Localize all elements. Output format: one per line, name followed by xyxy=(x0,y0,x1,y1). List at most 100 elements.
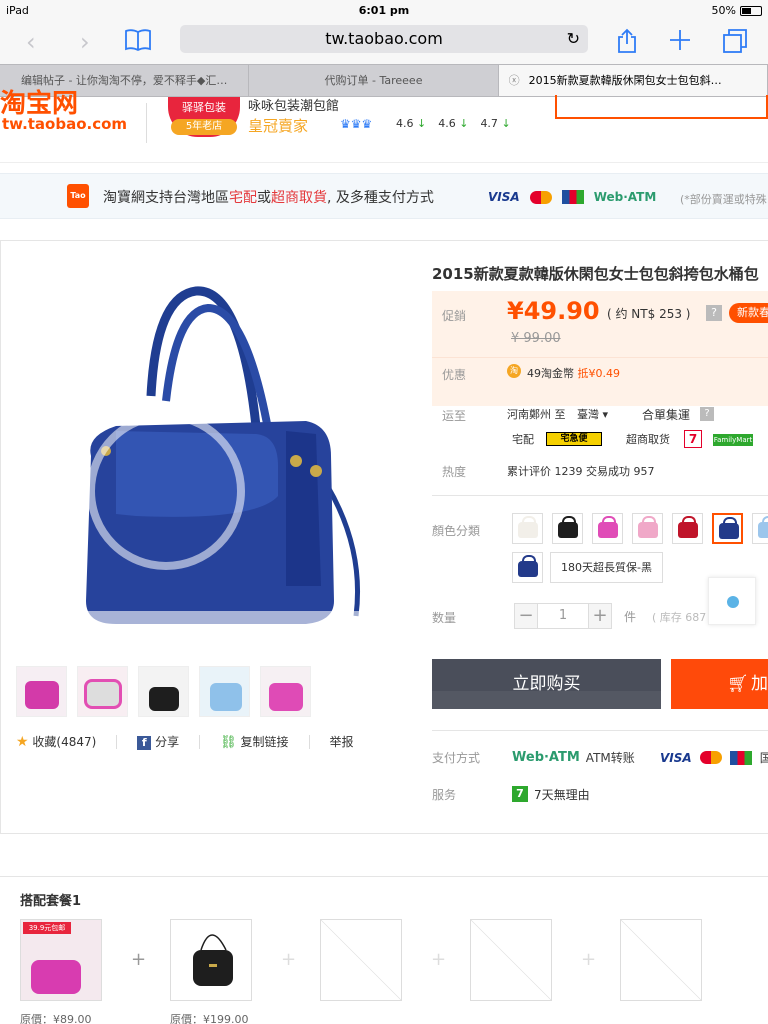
arrow-down-icon: ↓ xyxy=(459,117,469,130)
banner-text: 淘寶網支持台灣地區宅配或超商取貨, 及多種支付方式 xyxy=(103,190,434,206)
floating-help-button[interactable] xyxy=(708,577,756,625)
search-box-edge[interactable] xyxy=(555,95,768,119)
back-icon[interactable]: ‹ xyxy=(26,28,36,56)
discount-label: 优惠 xyxy=(442,368,467,382)
buy-now-button[interactable]: 立即购买 xyxy=(432,659,661,709)
divider xyxy=(432,730,768,731)
copy-link-button[interactable]: ⛓ 复制链接 xyxy=(220,733,288,750)
more-payment: 国 xyxy=(759,751,768,765)
plus-icon: + xyxy=(431,949,447,970)
thumbnail-2[interactable] xyxy=(77,666,128,717)
color-swatch-red[interactable] xyxy=(672,513,703,544)
reload-icon[interactable]: ↻ xyxy=(567,25,580,53)
logo-url[interactable]: tw.taobao.com xyxy=(2,115,127,133)
combo-title: 搭配套餐1 xyxy=(20,894,82,909)
jcb-icon xyxy=(729,750,752,765)
coin-offer: 49淘金幣 抵¥0.49 xyxy=(527,367,620,380)
color-swatch-light-blue[interactable] xyxy=(752,513,768,544)
payment-logos: VISA Web·ATM xyxy=(488,190,656,204)
favorite-button[interactable]: ★ 收藏(4847) xyxy=(16,733,96,750)
thumbnail-strip xyxy=(16,666,311,717)
thumbnail-4[interactable] xyxy=(199,666,250,717)
clock: 6:01 pm xyxy=(358,4,410,17)
service-text: 7天無理由 xyxy=(534,788,590,802)
mastercard-icon xyxy=(699,751,722,764)
close-icon[interactable]: ⓧ xyxy=(509,65,520,96)
browser-toolbar: ‹ › tw.taobao.com ↻ xyxy=(0,22,768,64)
divider xyxy=(432,357,768,358)
ship-from: 河南鄭州 至 xyxy=(507,408,566,421)
combo-price-2: 原價：¥199.00 xyxy=(170,1013,249,1024)
visa-icon: VISA xyxy=(660,750,692,765)
shop-badge: 驿驿包装 5年老店 xyxy=(168,97,240,137)
tab-bar: 编辑帖子 - 让你淘淘不停，爱不释手◆汇… 代购订单 - Tareeee ⓧ 2… xyxy=(0,64,768,97)
ship-method: 合單集運 xyxy=(642,408,691,422)
tabs-icon[interactable] xyxy=(722,28,748,60)
mastercard-icon xyxy=(529,190,552,204)
shop-ratings: 4.6 ↓ 4.6 ↓ 4.7 ↓ xyxy=(396,117,511,130)
tab-active[interactable]: ⓧ 2015新款夏款韓版休閑包女士包包斜… xyxy=(498,65,768,96)
combo-item-3[interactable] xyxy=(320,919,402,1001)
ship-to-select[interactable]: 臺灣 ▾ xyxy=(577,406,608,422)
badge-text: 驿驿包装 xyxy=(182,101,226,114)
qty-unit: 件 xyxy=(624,610,637,624)
status-bar: iPad 6:01 pm 50% xyxy=(0,0,768,22)
rating-1: 4.6 ↓ xyxy=(396,117,427,130)
combo-tag: 39.9元包邮 xyxy=(23,922,71,934)
report-button[interactable]: 举报 xyxy=(330,733,354,750)
warranty-option[interactable]: 180天超長質保-黑 xyxy=(550,552,663,583)
divider xyxy=(432,495,768,496)
webatm-icon: Web·ATM xyxy=(593,190,657,204)
divider xyxy=(308,734,310,749)
increment-button[interactable]: + xyxy=(588,603,612,629)
seven-day-icon: 7 xyxy=(512,786,528,802)
link-icon: ⛓ xyxy=(220,735,237,750)
shop-header: 淘宝网 tw.taobao.com 驿驿包装 5年老店 咏咏包装潮包館 皇冠賣家… xyxy=(0,89,768,163)
url-bar[interactable]: tw.taobao.com ↻ xyxy=(180,25,588,53)
price-box: 促銷 ¥49.90 ( 约 NT$ 253 ) ? 新款春 ¥ 99.00 优惠… xyxy=(432,291,768,406)
color-swatch-navy[interactable] xyxy=(512,552,543,583)
plus-icon[interactable] xyxy=(668,28,692,58)
product-main-image[interactable] xyxy=(16,256,408,648)
thumbnail-1[interactable] xyxy=(16,666,67,717)
color-swatch-pink[interactable] xyxy=(592,513,623,544)
current-price: ¥49.90 xyxy=(507,297,600,325)
color-swatch-white[interactable] xyxy=(512,513,543,544)
color-swatch-black[interactable] xyxy=(552,513,583,544)
product-title: 2015新款夏款韓版休閑包女士包包斜挎包水桶包 xyxy=(432,265,759,283)
combo-item-4[interactable] xyxy=(470,919,552,1001)
combo-item-2[interactable] xyxy=(170,919,252,1001)
promo-label: 促銷 xyxy=(442,309,467,323)
bookmarks-icon[interactable] xyxy=(124,28,152,58)
shop-name[interactable]: 咏咏包装潮包館 xyxy=(248,95,339,114)
black-cat-logo: 宅急便 xyxy=(546,432,602,446)
payment-options: Web·ATM ATM转账 xyxy=(512,749,635,766)
help-icon[interactable]: ? xyxy=(700,407,714,421)
quantity-input[interactable]: 1 xyxy=(538,603,588,629)
tab-2[interactable]: 代购订单 - Tareeee xyxy=(249,65,499,96)
add-to-cart-button[interactable]: 🛒︎ 加 xyxy=(671,659,768,709)
color-swatch-navy[interactable] xyxy=(712,513,743,544)
jcb-icon xyxy=(561,190,584,204)
combo-item-1[interactable]: 39.9元包邮 xyxy=(20,919,102,1001)
decrement-button[interactable]: − xyxy=(514,603,538,629)
chevron-down-icon: ▾ xyxy=(602,408,609,421)
forward-icon[interactable]: › xyxy=(80,28,90,56)
familymart-logo: FamilyMart xyxy=(713,434,753,446)
combo-section: 搭配套餐1 39.9元包邮 + + + + 原價：¥89.00 原價：¥199.… xyxy=(0,876,768,1024)
qty-label: 数量 xyxy=(432,611,457,625)
thumbnail-3[interactable] xyxy=(138,666,189,717)
years-badge: 5年老店 xyxy=(171,119,237,135)
color-swatch-light-pink[interactable] xyxy=(632,513,663,544)
share-icon[interactable] xyxy=(616,28,638,60)
rating-3: 4.7 ↓ xyxy=(480,117,511,130)
share-button[interactable]: f 分享 xyxy=(137,733,179,750)
webatm-icon: Web·ATM xyxy=(512,750,580,765)
original-price: ¥ 99.00 xyxy=(511,331,561,346)
battery-icon xyxy=(740,5,762,16)
help-icon[interactable]: ? xyxy=(706,305,722,321)
combo-item-5[interactable] xyxy=(620,919,702,1001)
delivery-home: 宅配 xyxy=(512,433,534,446)
payment-label: 支付方式 xyxy=(432,751,481,765)
thumbnail-5[interactable] xyxy=(260,666,311,717)
